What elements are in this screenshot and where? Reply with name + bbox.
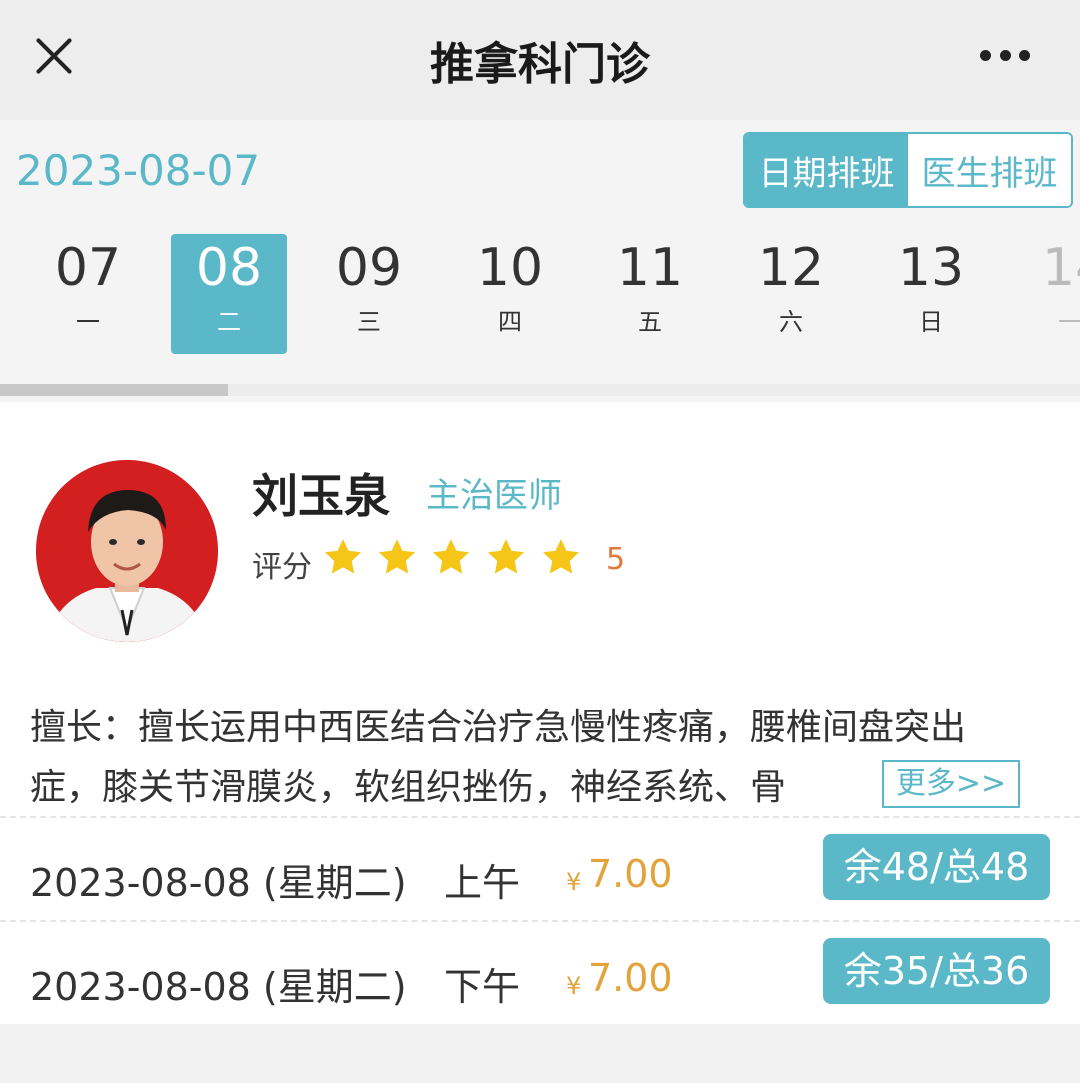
tab-by-doctor[interactable]: 医生排班	[908, 134, 1071, 206]
rating-value: 5	[606, 542, 626, 577]
page-title: 推拿科门诊	[430, 39, 650, 90]
day-item[interactable]: 11 五	[592, 234, 708, 354]
date-selector: 2023-08-07 日期排班 医生排班 07 一 08 二 09 三 10 四…	[0, 120, 1080, 402]
day-item[interactable]: 13 日	[873, 234, 989, 354]
star-icon	[432, 539, 470, 574]
day-weekday: 五	[638, 308, 662, 336]
day-strip: 07 一 08 二 09 三 10 四 11 五 12 六 13 日 14 一	[0, 230, 1080, 360]
currency-symbol: ¥	[566, 972, 582, 1000]
day-weekday: 一	[76, 308, 100, 336]
star-icon	[542, 539, 580, 574]
schedule-slot-morning: 2023-08-08 (星期二) 上午 ¥ 7.00 余48/总48	[0, 818, 1080, 922]
star-icon	[378, 539, 416, 574]
doctor-title: 主治医师	[426, 476, 562, 516]
currency-symbol: ¥	[566, 868, 582, 896]
view-toggle: 日期排班 医生排班	[743, 132, 1073, 208]
slot-period: 上午	[444, 861, 521, 905]
doctor-name: 刘玉泉	[252, 469, 390, 523]
day-weekday: 六	[779, 308, 803, 336]
more-options-icon[interactable]	[980, 48, 1030, 62]
day-item[interactable]: 10 四	[452, 234, 568, 354]
day-item[interactable]: 07 一	[30, 234, 146, 354]
slot-availability-button[interactable]: 余48/总48	[823, 834, 1050, 900]
day-item[interactable]: 12 六	[733, 234, 849, 354]
day-weekday: 一	[1058, 308, 1080, 336]
slot-period: 下午	[444, 965, 521, 1009]
day-item[interactable]: 14 一	[1014, 234, 1080, 354]
current-date: 2023-08-07	[16, 146, 261, 195]
slot-price: 7.00	[588, 852, 673, 896]
more-expertise-button[interactable]: 更多>>	[882, 760, 1020, 808]
day-item[interactable]: 09 三	[311, 234, 427, 354]
slot-date: 2023-08-08 (星期二)	[30, 965, 407, 1009]
day-number: 13	[897, 238, 965, 298]
doctor-card: 刘玉泉 主治医师 评分 5 擅长：擅长运用中西医结合治疗急慢性疼痛，腰椎间盘突出…	[0, 402, 1080, 1024]
star-icon	[487, 539, 525, 574]
day-weekday: 日	[919, 308, 943, 336]
slot-date: 2023-08-08 (星期二)	[30, 861, 407, 905]
star-icon	[324, 539, 362, 574]
schedule-slot-afternoon: 2023-08-08 (星期二) 下午 ¥ 7.00 余35/总36	[0, 922, 1080, 1026]
day-number: 08	[195, 238, 263, 298]
day-item-selected[interactable]: 08 二	[171, 234, 287, 354]
doctor-expertise: 擅长：擅长运用中西医结合治疗急慢性疼痛，腰椎间盘突出症，膝关节滑膜炎，软组织挫伤…	[30, 707, 967, 808]
day-number: 14	[1042, 238, 1080, 298]
day-number: 10	[476, 238, 544, 298]
slot-availability-button[interactable]: 余35/总36	[823, 938, 1050, 1004]
day-weekday: 二	[217, 308, 241, 336]
day-number: 09	[335, 238, 403, 298]
day-weekday: 四	[498, 308, 522, 336]
doctor-photo	[36, 460, 218, 642]
tab-by-date[interactable]: 日期排班	[745, 134, 908, 206]
day-number: 12	[757, 238, 825, 298]
doctor-avatar	[36, 460, 218, 642]
rating-label: 评分	[252, 550, 312, 585]
top-bar: 推拿科门诊	[0, 0, 1080, 120]
day-weekday: 三	[357, 308, 381, 336]
day-number: 11	[616, 238, 684, 298]
day-number: 07	[54, 238, 122, 298]
slot-price: 7.00	[588, 956, 673, 1000]
day-scroll-thumb[interactable]	[0, 384, 228, 396]
